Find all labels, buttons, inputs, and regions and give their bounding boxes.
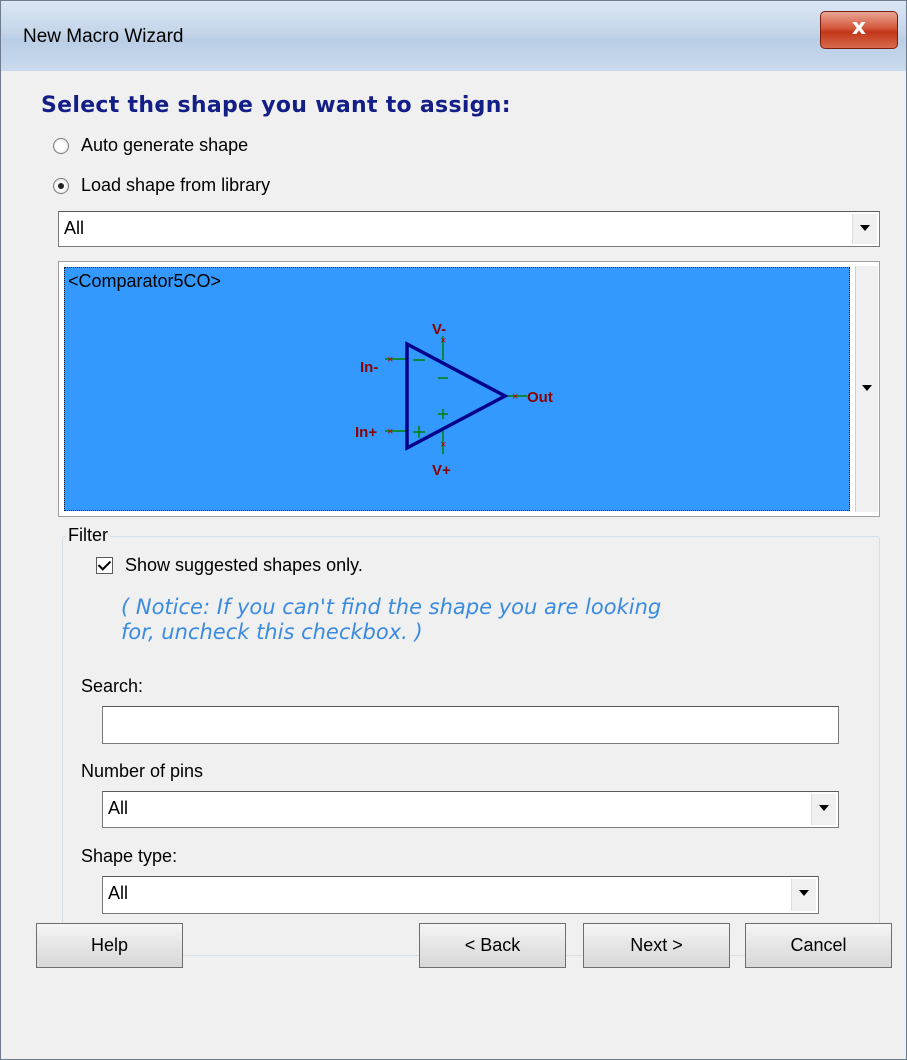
pin-label-v-plus: V+ [432,462,451,479]
chevron-down-icon[interactable] [852,214,877,244]
comparator-symbol: × × × × × V- V+ In- In+ Out [355,321,553,479]
filter-notice: ( Notice: If you can't find the shape yo… [121,595,801,645]
auto-generate-option[interactable]: Auto generate shape [53,135,248,156]
library-combo[interactable]: All [58,211,880,247]
shape-type-label: Shape type: [81,846,178,866]
chevron-down-icon[interactable] [855,266,878,512]
pin-marker: × [387,426,393,438]
title-bar[interactable]: New Macro Wizard x [1,1,906,71]
suggested-shapes-label: Show suggested shapes only. [125,555,363,575]
new-macro-wizard-window: New Macro Wizard x Select the shape you … [0,0,907,1060]
notice-line-1: ( Notice: If you can't find the shape yo… [121,595,662,619]
chevron-down-icon[interactable] [811,794,836,825]
filter-legend: Filter [66,525,110,546]
close-button[interactable]: x [820,11,898,49]
load-from-library-label: Load shape from library [81,175,271,195]
shape-type-combo[interactable]: All [102,876,819,914]
load-from-library-radio[interactable] [53,177,69,194]
next-button[interactable]: Next > [583,923,730,968]
pin-marker: × [440,439,446,451]
load-from-library-option[interactable]: Load shape from library [53,175,270,196]
search-label: Search: [81,676,144,696]
notice-line-2: for, uncheck this checkbox. ) [121,620,423,644]
pin-marker: × [512,391,518,403]
auto-generate-label: Auto generate shape [81,135,249,155]
page-heading: Select the shape you want to assign: [41,93,511,118]
shape-selector[interactable]: <Comparator5CO> × × × × × V- V+ In- In+ … [58,261,880,517]
library-combo-value: All [64,218,85,238]
pin-label-out: Out [527,389,553,406]
shape-type-combo-value: All [108,883,129,903]
pin-label-in-plus: In+ [355,424,377,441]
suggested-shapes-option[interactable]: Show suggested shapes only. [96,555,363,576]
search-input[interactable] [102,706,839,744]
pin-marker: × [387,354,393,366]
help-button[interactable]: Help [36,923,183,968]
pins-combo[interactable]: All [102,791,839,828]
pins-combo-value: All [108,798,129,818]
window-title: New Macro Wizard [23,26,184,47]
chevron-down-icon[interactable] [791,879,816,911]
pins-label: Number of pins [81,761,204,781]
wizard-content: Select the shape you want to assign: Aut… [1,71,906,1059]
cancel-button[interactable]: Cancel [745,923,892,968]
pin-label-in-minus: In- [360,359,378,376]
auto-generate-radio[interactable] [53,137,69,154]
back-button[interactable]: < Back [419,923,566,968]
close-icon: x [851,15,867,40]
pin-label-v-minus: V- [432,321,446,338]
shape-preview[interactable]: <Comparator5CO> × × × × × V- V+ In- In+ … [64,267,850,511]
suggested-shapes-checkbox[interactable] [96,557,113,574]
